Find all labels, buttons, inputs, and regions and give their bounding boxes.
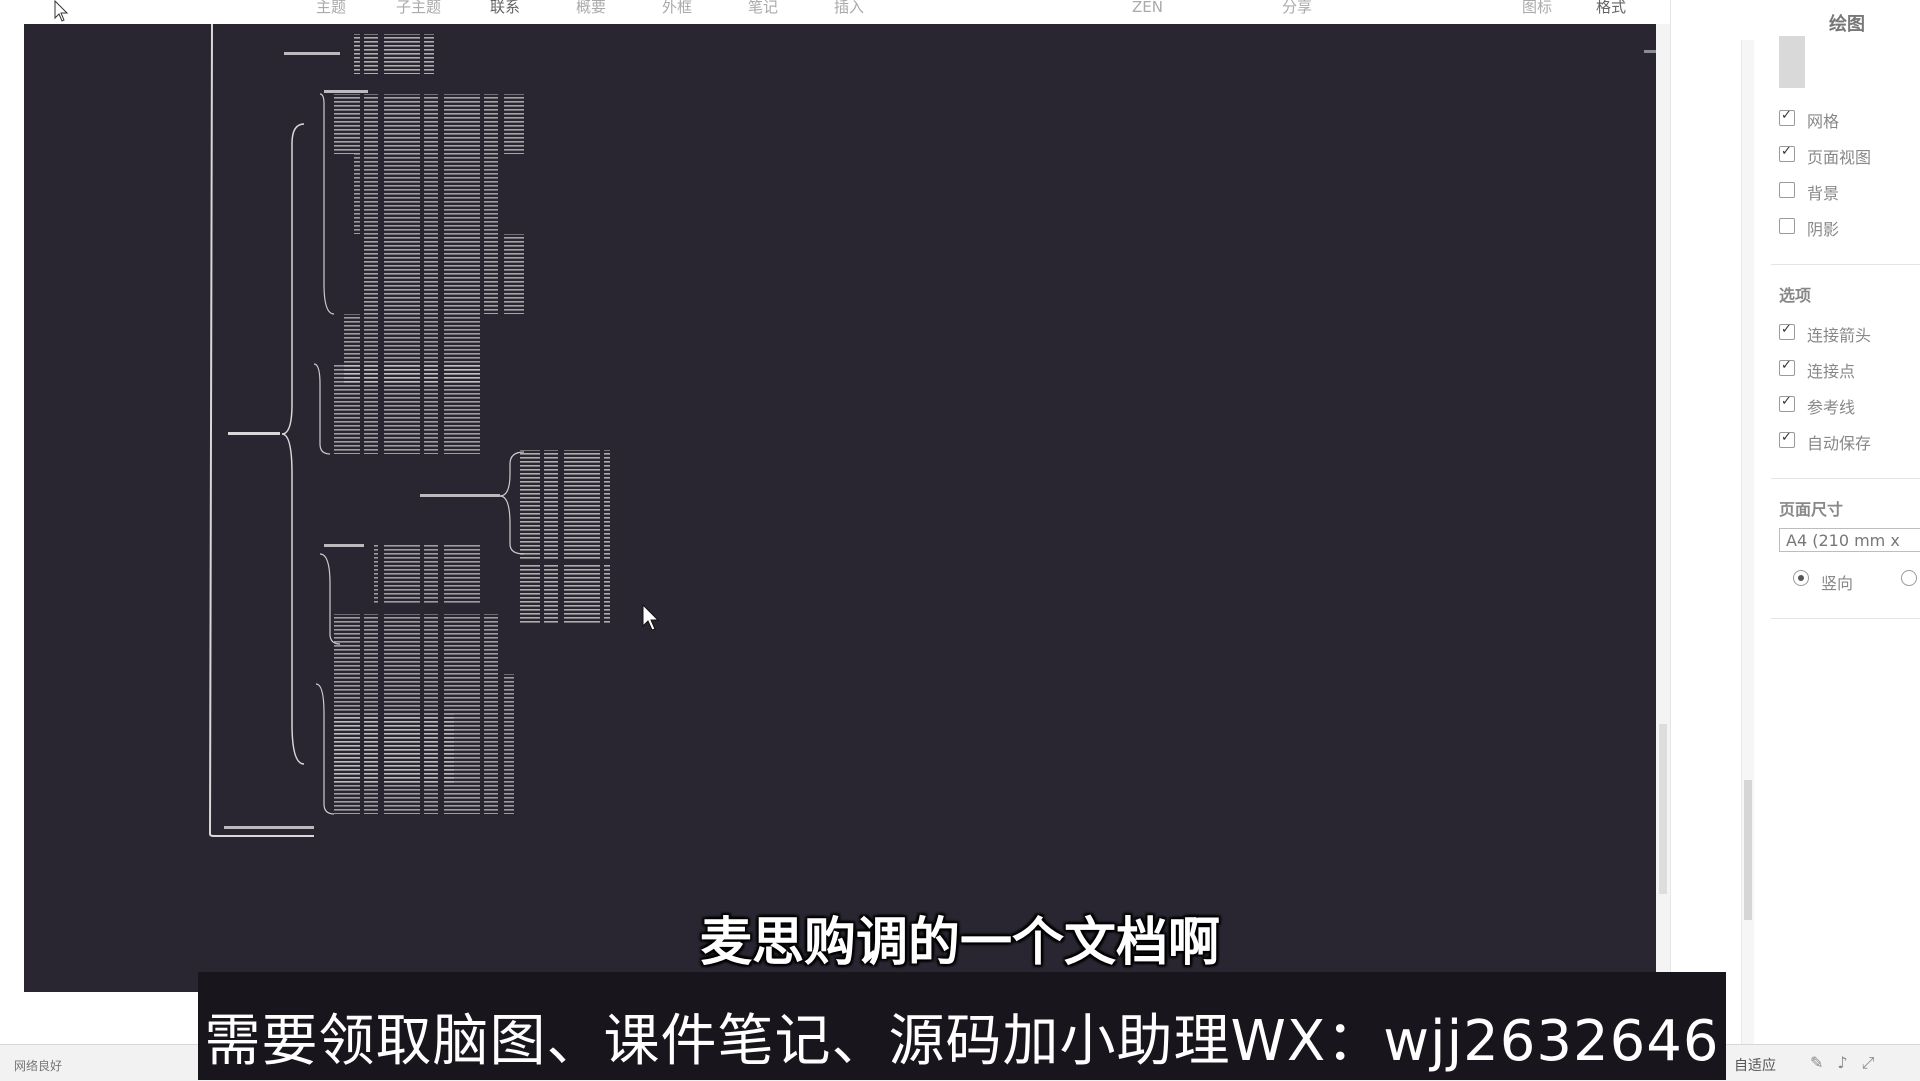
checkbox-icon[interactable] (1779, 108, 1795, 126)
checkbox-icon[interactable] (1779, 430, 1795, 448)
option-label: 连接箭头 (1807, 326, 1872, 345)
panel-title: 绘图 (1829, 14, 1865, 35)
options-header: 选项 (1779, 286, 1812, 305)
section-divider (1771, 264, 1920, 265)
toolbar-notes[interactable]: 笔记 (748, 0, 778, 15)
volume-icon[interactable]: ♪ (1837, 1053, 1861, 1072)
toolbar-summary[interactable]: 概要 (576, 0, 606, 15)
panel-scrollbar[interactable] (1741, 40, 1754, 1044)
panel-content: 绘图 网格 页面视图 背景 阴影 选项 连接箭头 连接点 (1771, 0, 1920, 1044)
page-size-select[interactable]: A4 (210 mm x (1779, 528, 1920, 552)
section-divider (1771, 618, 1920, 619)
mindmap-tree (208, 24, 1656, 837)
checkbox-icon[interactable] (1779, 358, 1795, 376)
brush-icon[interactable]: ✎ (1810, 1053, 1837, 1072)
zoom-fit-button[interactable]: 自适应 (1734, 1055, 1776, 1075)
subtitle-line: 麦思购调的一个文档啊 (699, 913, 1220, 973)
checkbox-icon[interactable] (1779, 182, 1795, 198)
page-size-header: 页面尺寸 (1779, 500, 1844, 519)
toolbar-zen[interactable]: ZEN (1132, 0, 1163, 15)
section-divider (1771, 478, 1920, 479)
subtitle-banner: 需要领取脑图、课件笔记、源码加小助理WX：wjj2632646 (198, 972, 1726, 1080)
panel-divider-mark (1779, 36, 1805, 88)
panel-scrollbar-thumb[interactable] (1744, 780, 1752, 920)
toolbar-boundary[interactable]: 外框 (662, 0, 692, 15)
option-label: 自动保存 (1807, 434, 1872, 453)
option-label: 参考线 (1807, 398, 1856, 417)
canvas-scrollbar[interactable] (1656, 24, 1670, 992)
mouse-cursor-icon (54, 0, 69, 22)
network-status: 网络良好 (14, 1059, 63, 1073)
radio-icon[interactable] (1793, 570, 1809, 586)
option-label: 网格 (1807, 112, 1840, 131)
top-toolbar: 主题 子主题 联系 概要 外框 笔记 插入 ZEN 分享 图标 格式 (0, 0, 1660, 24)
toolbar-subtopic[interactable]: 子主题 (396, 0, 441, 15)
checkbox-icon[interactable] (1779, 322, 1795, 340)
option-label: 页面视图 (1807, 148, 1872, 167)
toolbar-format[interactable]: 格式 (1596, 0, 1626, 15)
radio-icon[interactable] (1901, 570, 1917, 586)
toolbar-topic[interactable]: 主题 (316, 0, 346, 15)
checkbox-icon[interactable] (1779, 394, 1795, 412)
option-label: 阴影 (1807, 220, 1840, 239)
format-panel: 绘图 网格 页面视图 背景 阴影 选项 连接箭头 连接点 (1670, 0, 1920, 1044)
status-icons: ✎♪⤢ (1810, 1053, 1888, 1073)
mouse-cursor-icon (642, 604, 660, 631)
fullscreen-icon[interactable]: ⤢ (1862, 1053, 1889, 1072)
canvas-scrollbar-thumb[interactable] (1659, 724, 1667, 894)
option-label: 背景 (1807, 184, 1840, 203)
banner-text: 需要领取脑图、课件笔记、源码加小助理WX：wjj2632646 (204, 1009, 1720, 1074)
toolbar-insert[interactable]: 插入 (834, 0, 864, 15)
checkbox-icon[interactable] (1779, 144, 1795, 162)
orientation-label: 竖向 (1821, 574, 1854, 593)
option-label: 连接点 (1807, 362, 1856, 381)
toolbar-relationship[interactable]: 联系 (490, 0, 520, 15)
checkbox-icon[interactable] (1779, 218, 1795, 234)
left-margin (0, 24, 24, 1044)
mindmap-canvas[interactable] (24, 24, 1656, 992)
toolbar-share[interactable]: 分享 (1282, 0, 1312, 15)
toolbar-icons[interactable]: 图标 (1522, 0, 1552, 15)
